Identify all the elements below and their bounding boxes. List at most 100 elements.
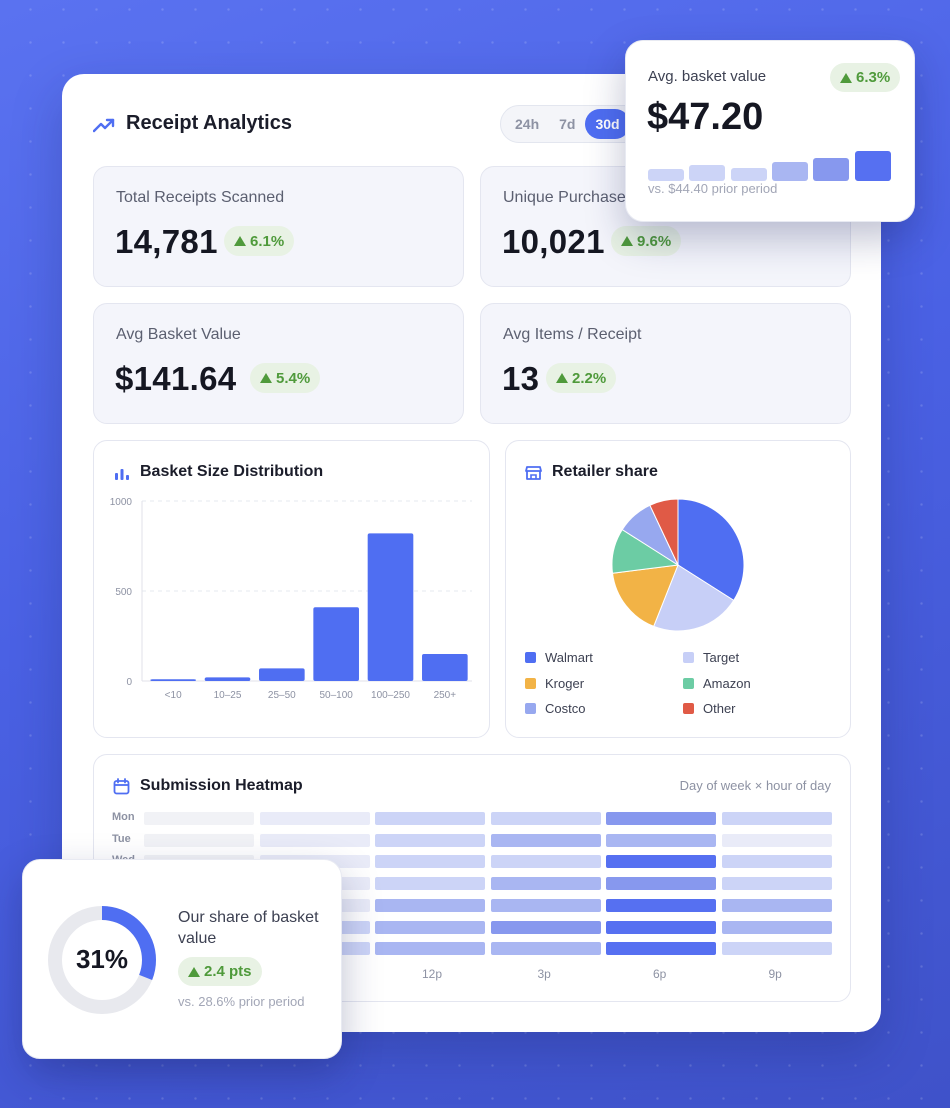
heatmap-cell: [144, 833, 254, 847]
heatmap-cell: [375, 920, 485, 934]
legend-item: Target: [683, 650, 739, 665]
retailer-pie-chart: [611, 498, 745, 632]
heatmap-cell: [259, 812, 370, 825]
avg-basket-delta-badge: 6.3%: [830, 63, 901, 92]
heatmap-x-label: 6p: [653, 967, 667, 981]
kpi-delta-text: 2.2%: [572, 369, 607, 387]
retailer-share-panel: Retailer share Walmart Target Kroger Amazon…: [505, 440, 851, 738]
up-arrow-icon: [556, 373, 568, 383]
share-comparison: vs. 28.6% prior period: [178, 994, 305, 1009]
kpi-value: 10,021: [502, 223, 605, 260]
sparkline-bar: [771, 161, 808, 181]
legend-item: Other: [683, 701, 736, 716]
legend-label: Kroger: [545, 675, 585, 691]
bar: [367, 533, 414, 681]
share-donut-chart: 31%: [48, 906, 156, 1014]
kpi-delta-badge: 9.6%: [611, 226, 682, 256]
kpi-label: Avg Basket Value: [116, 326, 241, 343]
heatmap-cell: [490, 898, 601, 912]
heatmap-cell: [375, 812, 485, 825]
sparkline-bar: [648, 169, 684, 181]
bar: [313, 607, 359, 681]
legend-label: Costco: [545, 701, 586, 716]
share-delta-text: 2.4 pts: [204, 963, 252, 980]
store-icon: [525, 466, 542, 480]
heatmap-cell: [606, 898, 716, 912]
bar: [259, 668, 305, 681]
x-tick-label: 250+: [434, 690, 457, 701]
heatmap-cell: [490, 877, 601, 891]
kpi-delta-badge: 6.1%: [224, 226, 295, 256]
heatmap-cell: [721, 877, 832, 891]
heatmap-cell: [375, 877, 485, 891]
sparkline-bar: [813, 157, 850, 181]
kpi-label: Total Receipts Scanned: [116, 189, 285, 206]
avg-basket-label: Avg. basket value: [648, 68, 767, 85]
heatmap-x-label: 9p: [768, 967, 782, 981]
sparkline-bar: [730, 167, 767, 181]
legend-item: Costco: [525, 701, 585, 716]
heatmap-cell: [490, 812, 601, 825]
heatmap-cell: [721, 942, 832, 956]
heatmap-cell: [144, 812, 254, 825]
avg-basket-comparison: vs. $44.40 prior period: [648, 181, 778, 196]
legend-label: Target: [703, 650, 740, 665]
range-30d-button[interactable]: 30d: [585, 109, 630, 139]
page-title: Receipt Analytics: [126, 112, 292, 134]
heatmap-subtitle: Day of week × hour of day: [679, 778, 831, 793]
x-tick-label: 10–25: [214, 690, 242, 701]
panel-title: Retailer share: [552, 463, 658, 480]
y-tick-label: 0: [126, 677, 132, 688]
legend-label: Amazon: [703, 675, 751, 691]
trending-up-icon: [93, 118, 115, 133]
avg-basket-floating-card: Avg. basket value 6.3% $47.20 vs. $44.40…: [625, 40, 915, 222]
kpi-label: Avg Items / Receipt: [503, 326, 642, 343]
legend-swatch: [525, 677, 536, 689]
share-delta-badge: 2.4 pts: [178, 957, 262, 986]
kpi-delta-badge: 5.4%: [250, 363, 321, 393]
heatmap-cell: [375, 833, 485, 847]
bar: [204, 677, 251, 681]
legend-item: Amazon: [683, 676, 751, 691]
kpi-total-receipts: Total Receipts Scanned 14,781 6.1%: [93, 166, 464, 287]
heatmap-cell: [721, 898, 832, 912]
heatmap-cell: [721, 920, 832, 934]
sparkline-bar: [689, 165, 726, 181]
legend-item: Walmart: [525, 650, 593, 665]
legend-swatch: [525, 703, 536, 714]
heatmap-cell: [490, 942, 601, 956]
y-tick-label: 1000: [110, 497, 133, 508]
legend-label: Other: [703, 701, 736, 716]
up-arrow-icon: [260, 373, 272, 383]
legend-swatch: [683, 703, 694, 714]
heatmap-cell: [375, 898, 485, 912]
legend-label: Walmart: [545, 650, 593, 665]
kpi-delta-text: 6.1%: [250, 232, 285, 250]
heatmap-x-label: 12p: [422, 967, 443, 981]
share-label: Our share of basket value: [178, 909, 319, 947]
up-arrow-icon: [234, 236, 246, 246]
heatmap-cell: [490, 833, 601, 847]
up-arrow-icon: [188, 966, 200, 977]
x-tick-label: <10: [165, 690, 182, 701]
range-7d-button[interactable]: 7d: [549, 109, 585, 139]
y-tick-label: 500: [115, 587, 132, 598]
kpi-delta-text: 5.4%: [276, 369, 311, 387]
bar: [422, 654, 468, 681]
heatmap-cell: [375, 942, 485, 956]
share-floating-card: 31% Our share of basket value 2.4 pts vs…: [22, 859, 342, 1059]
x-tick-label: 100–250: [371, 690, 410, 701]
legend-swatch: [683, 652, 694, 663]
kpi-avg-basket-value: Avg Basket Value $141.64 5.4%: [93, 303, 464, 424]
heatmap-cell: [721, 812, 832, 825]
heatmap-cell: [606, 920, 716, 934]
kpi-delta-text: 9.6%: [637, 232, 672, 250]
up-arrow-icon: [621, 236, 633, 246]
heatmap-cell: [721, 855, 832, 869]
share-percent: 31%: [76, 944, 128, 974]
heatmap-cell: [606, 855, 716, 869]
heatmap-row-label: Mon: [112, 811, 135, 823]
up-arrow-icon: [840, 72, 852, 83]
kpi-value: 13: [502, 360, 540, 397]
range-24h-button[interactable]: 24h: [505, 109, 549, 139]
